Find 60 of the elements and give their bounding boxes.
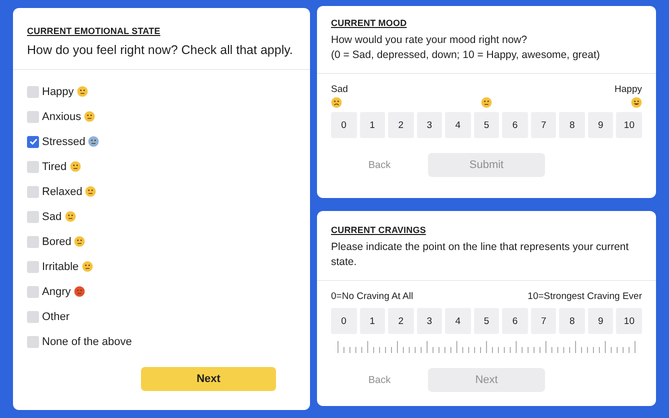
option-label: Irritable (42, 260, 79, 272)
checkbox[interactable] (27, 310, 39, 322)
high-label: Happy (614, 84, 642, 95)
checkbox[interactable] (27, 260, 39, 272)
rating-option[interactable]: 0 (331, 112, 357, 138)
question-text: How would you rate your mood right now? (331, 33, 528, 48)
rating-option[interactable]: 0 (331, 308, 357, 334)
rating-option[interactable]: 8 (559, 308, 585, 334)
check-icon (28, 137, 38, 146)
rating-option[interactable]: 9 (588, 112, 614, 138)
option-label: Tired (42, 160, 67, 172)
checkbox[interactable] (27, 186, 39, 198)
next-button[interactable]: Next (141, 367, 276, 391)
option-label: Relaxed (42, 186, 82, 198)
option-label: Angry (42, 286, 71, 298)
option-label: Bored (42, 236, 72, 248)
checkbox[interactable] (27, 110, 39, 122)
rating-option[interactable]: 7 (530, 308, 556, 334)
checkbox[interactable] (27, 160, 39, 172)
rating-option[interactable]: 6 (502, 308, 528, 334)
rating-option[interactable]: 1 (360, 112, 386, 138)
rating-option[interactable]: 2 (388, 112, 414, 138)
checkbox[interactable] (27, 210, 39, 222)
sad-face-icon (331, 97, 342, 108)
grinning-face-icon (631, 97, 642, 108)
option-label: Anxious (42, 110, 82, 122)
high-label: 10=Strongest Craving Ever (528, 291, 642, 302)
option-label: Happy (42, 86, 74, 98)
rating-option[interactable]: 10 (616, 112, 642, 138)
question-text: How do you feel right now? Check all that apply. (27, 42, 294, 59)
section-heading: CURRENT EMOTIONAL STATE (27, 26, 162, 36)
checkbox[interactable] (27, 336, 39, 348)
rating-option[interactable]: 7 (530, 112, 556, 138)
low-label: 0=No Craving At All (331, 291, 414, 302)
question-text: (0 = Sad, depressed, down; 10 = Happy, awesome, great) (331, 48, 601, 63)
option-label: Sad (42, 210, 62, 222)
checkbox[interactable] (27, 86, 39, 98)
rating-option[interactable]: 4 (445, 112, 471, 138)
section-heading: CURRENT CRAVINGS (331, 225, 427, 235)
rating-option[interactable]: 3 (416, 308, 442, 334)
checkbox[interactable] (27, 136, 39, 148)
rating-option[interactable]: 4 (445, 308, 471, 334)
neutral-face-icon (481, 97, 492, 108)
rating-option[interactable]: 8 (559, 112, 585, 138)
low-label: Sad (331, 84, 348, 95)
question-text: Please indicate the point on the line that represents your current state. (331, 240, 630, 270)
rating-option[interactable]: 10 (616, 308, 642, 334)
rating-option[interactable]: 5 (474, 308, 500, 334)
rating-option[interactable]: 2 (388, 308, 414, 334)
checkbox[interactable] (27, 286, 39, 298)
rating-option[interactable]: 9 (588, 308, 614, 334)
option-label: Stressed (42, 136, 86, 148)
option-label: Other (42, 310, 70, 322)
section-heading: CURRENT MOOD (331, 18, 408, 28)
checkbox[interactable] (27, 236, 39, 248)
rating-option[interactable]: 6 (502, 112, 528, 138)
option-label: None of the above (42, 336, 132, 348)
rating-option[interactable]: 3 (416, 112, 442, 138)
rating-option[interactable]: 5 (474, 112, 500, 138)
rating-option[interactable]: 1 (360, 308, 386, 334)
